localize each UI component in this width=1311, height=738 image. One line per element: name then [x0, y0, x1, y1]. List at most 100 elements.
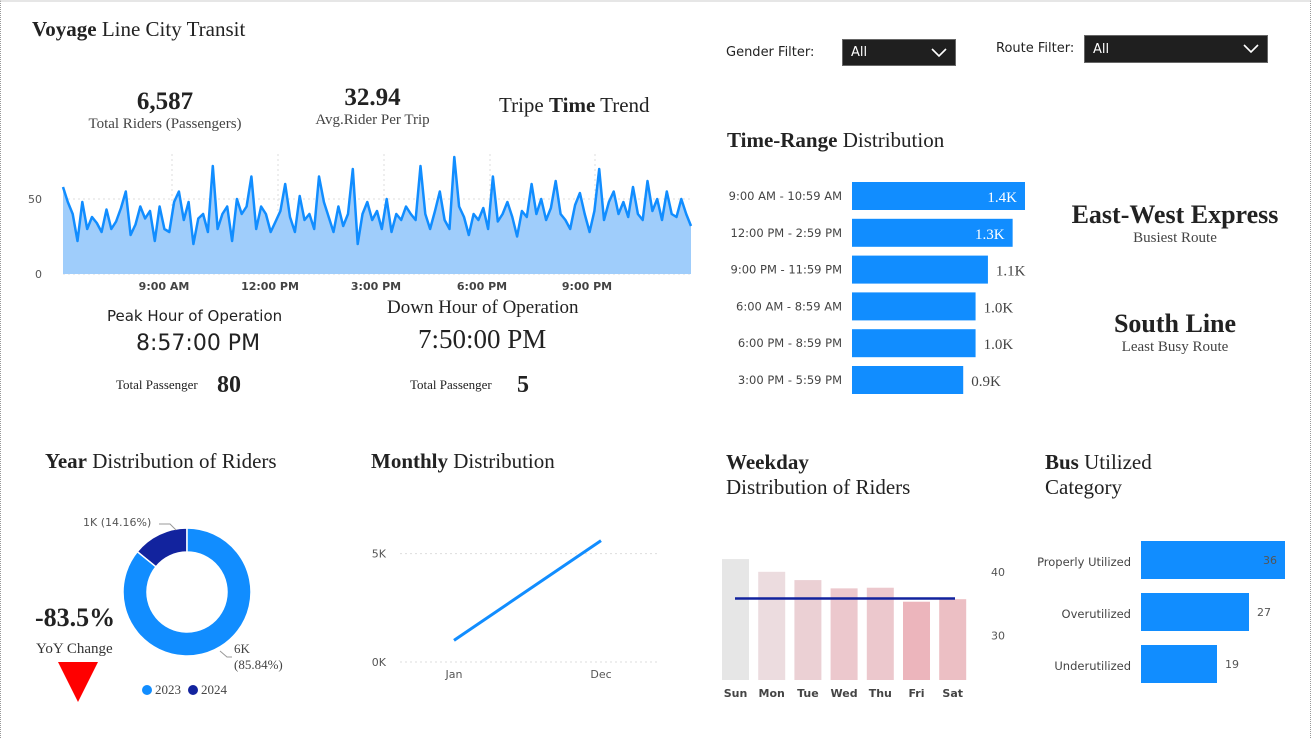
total-riders-label: Total Riders (Passengers): [88, 116, 242, 132]
total-riders-card: 6,587 Total Riders (Passengers): [70, 88, 260, 133]
bar-category-label: 3:00 PM - 5:59 PM: [738, 373, 842, 387]
x-tick-label: 3:00 PM: [351, 280, 401, 293]
gender-filter-value: All: [851, 45, 868, 60]
down-hour-title: Down Hour of Operation: [387, 297, 579, 318]
time-range-bar[interactable]: [852, 329, 976, 358]
bar-value-label: 19: [1225, 658, 1239, 671]
bar-category-label: 12:00 PM - 2:59 PM: [731, 226, 842, 240]
avg-rider-value: 32.94: [344, 84, 401, 111]
monthly-line-chart: 0K 5K Jan Dec: [372, 539, 660, 681]
x-tick-label: Dec: [590, 668, 611, 681]
bus-util-chart: Properly Utilized 36 Overutilized 27 Underut…: [1037, 541, 1285, 683]
legend-label: 2023: [155, 682, 181, 697]
route-filter-dropdown[interactable]: All: [1084, 35, 1268, 63]
route-filter-label: Route Filter:: [996, 41, 1075, 56]
bar-value-label: 0.9K: [971, 374, 1001, 390]
weekday-bar[interactable]: [794, 580, 822, 680]
bar-category-label: Overutilized: [1062, 607, 1131, 621]
x-tick-label: 6:00 PM: [457, 280, 507, 293]
weekday-bar[interactable]: [866, 587, 894, 680]
weekday-bar[interactable]: [939, 599, 967, 680]
x-tick-label: Mon: [759, 687, 785, 700]
monthly-line[interactable]: [453, 539, 602, 642]
time-range-bar[interactable]: [852, 292, 976, 321]
bar-category-label: 9:00 PM - 11:59 PM: [731, 263, 842, 277]
time-range-title: Time-Range Distribution: [727, 128, 945, 152]
x-tick-label: Sun: [724, 687, 748, 700]
trend-title: Tripe Time Trend: [499, 93, 650, 117]
bar-category-label: Underutilized: [1054, 659, 1131, 673]
least-route-label: Least Busy Route: [1121, 339, 1229, 355]
weekday-bar[interactable]: [722, 559, 749, 680]
down-arrow-icon: [58, 662, 98, 702]
y-tick-label: 30: [991, 629, 1005, 642]
x-tick-label: Thu: [869, 687, 892, 700]
year-dist-title: Year Distribution of Riders: [45, 449, 277, 473]
bus-util-bar[interactable]: [1141, 593, 1249, 631]
time-range-bar[interactable]: [852, 255, 988, 284]
bar-value-label: 1.1K: [996, 264, 1026, 280]
page-title: Voyage Line City Transit: [32, 17, 246, 41]
weekday-title: Weekday Distribution of Riders: [726, 450, 911, 499]
weekday-bar-chart: Sun Mon Tue Wed Thu Fri Sat 40 30: [722, 559, 1005, 700]
x-tick-label: Fri: [908, 687, 924, 700]
busiest-route-name: East-West Express: [1071, 200, 1279, 229]
yoy-value: -83.5%: [35, 603, 116, 632]
total-riders-value: 6,587: [136, 88, 194, 115]
y-tick-label: 0K: [372, 656, 387, 669]
down-total-label: Total Passenger: [410, 377, 492, 392]
x-tick-label: Jan: [445, 668, 463, 681]
monthly-title: Monthly Distribution: [371, 449, 555, 473]
time-range-bar[interactable]: [852, 366, 964, 394]
bar-value-label: 1.0K: [984, 300, 1014, 316]
bar-value-label: 1.3K: [975, 227, 1005, 243]
weekday-bar[interactable]: [903, 601, 930, 680]
gender-filter-dropdown[interactable]: All: [842, 39, 956, 66]
down-hour-time: 7:50:00 PM: [418, 324, 547, 354]
x-tick-label: Tue: [797, 687, 819, 700]
weekday-bar[interactable]: [758, 571, 786, 680]
bar-value-label: 1.4K: [987, 190, 1017, 206]
bar-value-label: 27: [1257, 606, 1271, 619]
legend-marker: [188, 685, 198, 695]
x-tick-label: 9:00 PM: [562, 280, 612, 293]
chevron-down-icon: [931, 47, 947, 57]
leader-line: [219, 650, 232, 658]
slice-label-2023: 6K: [234, 641, 251, 656]
avg-rider-card: 32.94 Avg.Rider Per Trip: [290, 84, 455, 129]
bar-value-label: 1.0K: [984, 337, 1014, 353]
least-route-card: South Line Least Busy Route: [1060, 309, 1290, 356]
peak-total-value: 80: [217, 372, 241, 398]
y-tick-label: 50: [28, 193, 42, 206]
legend-marker: [142, 685, 152, 695]
time-range-chart: 9:00 AM - 10:59 AM 1.4K 12:00 PM - 2:59 PM…: [729, 182, 1026, 394]
peak-total-label: Total Passenger: [116, 377, 198, 392]
busiest-route-label: Busiest Route: [1133, 230, 1217, 246]
y-tick-label: 40: [991, 566, 1005, 579]
trip-time-trend-chart: 0 50 9:00 AM 12:00 PM 3:00 PM 6:00 PM 9:00 PM: [28, 154, 693, 293]
bus-util-title: Bus Utilized Category: [1045, 450, 1152, 499]
busiest-route-card: East-West Express Busiest Route: [1060, 200, 1290, 247]
x-tick-label: 12:00 PM: [241, 280, 299, 293]
slice-label-2024: 1K (14.16%): [83, 516, 151, 529]
legend-label: 2024: [201, 682, 228, 697]
x-tick-label: Sat: [942, 687, 963, 700]
route-filter-value: All: [1093, 41, 1110, 57]
x-tick-label: 9:00 AM: [139, 280, 190, 293]
y-tick-label: 5K: [372, 548, 387, 561]
slice-label-2023-pct: (85.84%): [234, 657, 283, 672]
bar-category-label: Properly Utilized: [1037, 555, 1131, 569]
least-route-name: South Line: [1113, 309, 1237, 338]
bar-category-label: 9:00 AM - 10:59 AM: [729, 189, 842, 203]
weekday-bar[interactable]: [830, 588, 858, 680]
bar-category-label: 6:00 AM - 8:59 AM: [736, 299, 842, 313]
chevron-down-icon: [1243, 44, 1259, 54]
peak-hour-title: Peak Hour of Operation: [107, 307, 283, 325]
peak-hour-time: 8:57:00 PM: [136, 331, 261, 356]
avg-rider-label: Avg.Rider Per Trip: [315, 112, 430, 128]
bar-value-label: 36: [1263, 554, 1277, 567]
yoy-label: YoY Change: [36, 641, 113, 657]
x-tick-label: Wed: [831, 687, 858, 700]
bar-category-label: 6:00 PM - 8:59 PM: [738, 336, 842, 350]
bus-util-bar[interactable]: [1141, 645, 1217, 683]
